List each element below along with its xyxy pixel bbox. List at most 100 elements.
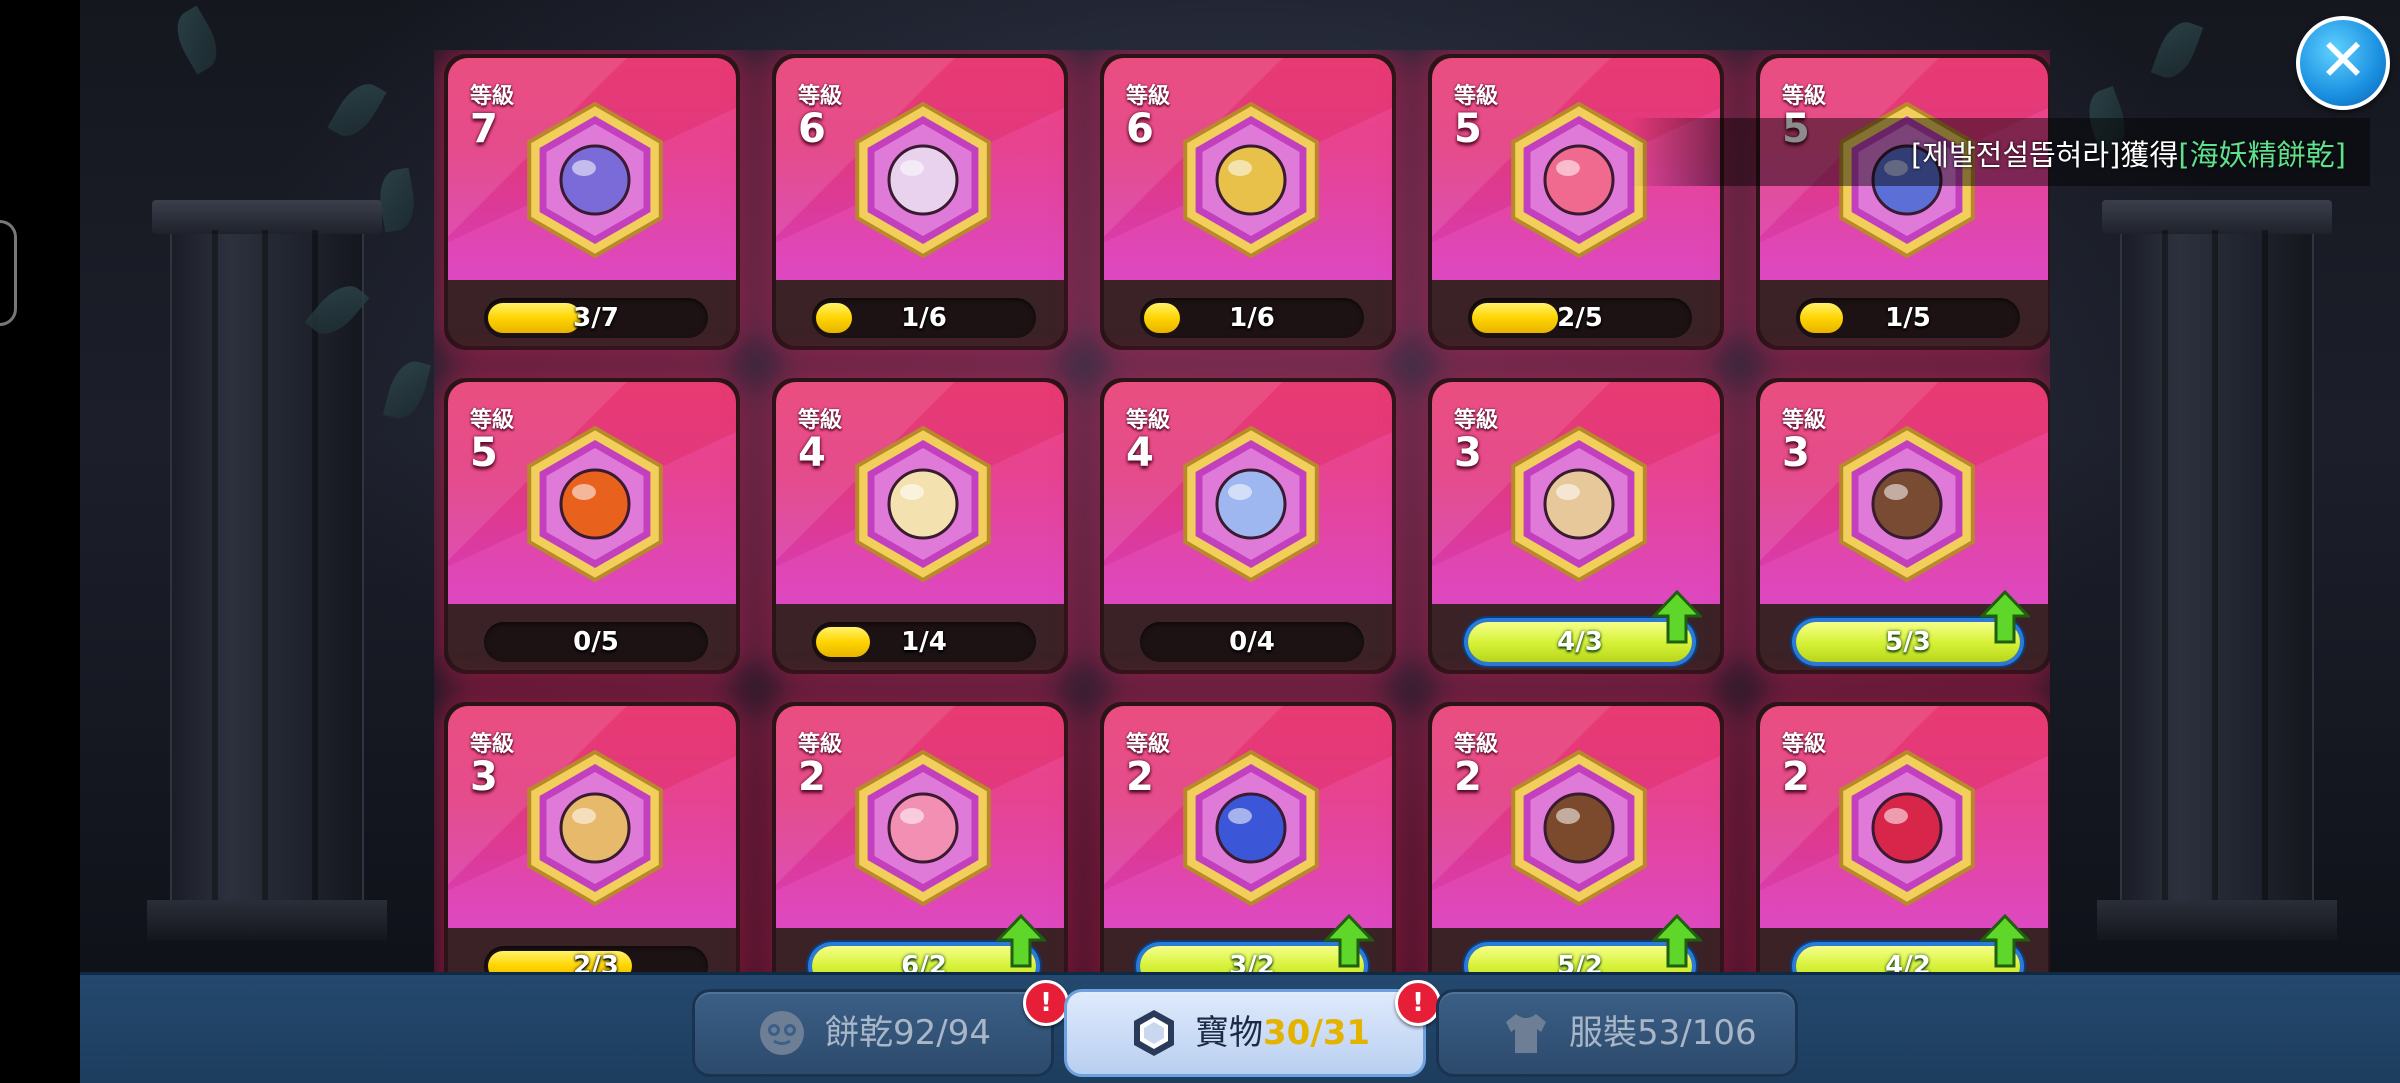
level-value: 5 (470, 430, 498, 476)
progress-text: 1/6 (901, 303, 947, 333)
upgrade-arrow-icon[interactable] (996, 914, 1046, 968)
collection-progress-bar: 1/5 (1796, 298, 2020, 338)
upgrade-arrow-icon[interactable] (1980, 590, 2030, 644)
treasure-card[interactable]: 等級 3 4/3 (1428, 378, 1724, 674)
card-artwork-area: 等級 4 (1104, 382, 1392, 604)
tab-treasures-label: 寶物 (1195, 1013, 1263, 1053)
card-artwork-area: 等級 2 (776, 706, 1064, 928)
level-value: 4 (798, 430, 826, 476)
level-value: 2 (1454, 754, 1482, 800)
treasure-card[interactable]: 等級 6 1/6 (1100, 54, 1396, 350)
treasure-card[interactable]: 等級 2 4/2 (1756, 702, 2050, 972)
card-artwork-area: 等級 4 (776, 382, 1064, 604)
progress-text: 1/6 (1229, 303, 1275, 333)
card-artwork-area: 等級 3 (1432, 382, 1720, 604)
close-button[interactable]: ✕ (2296, 16, 2390, 110)
sapphire-gem-icon (1183, 749, 1319, 907)
vine-leaf (382, 356, 432, 424)
card-progress-area: 0/5 (448, 604, 736, 670)
treasure-card[interactable]: 等級 7 3/7 (444, 54, 740, 350)
progress-text: 1/4 (901, 627, 947, 657)
level-value: 2 (1126, 754, 1154, 800)
progress-text: 2/5 (1557, 303, 1603, 333)
bottom-tab-bar: 餅乾92/94 ! 寶物30/31 ! 服裝53/106 (80, 972, 2400, 1083)
jelly-cat-icon (855, 749, 991, 907)
collection-progress-bar: 2/3 (484, 946, 708, 972)
upgrade-arrow-icon[interactable] (1652, 590, 1702, 644)
card-artwork-area: 等級 3 (448, 706, 736, 928)
mummy-candy-icon (1511, 425, 1647, 583)
tab-costumes-label: 服裝 (1569, 1013, 1637, 1053)
collection-progress-bar: 3/7 (484, 298, 708, 338)
treasure-card[interactable]: 等級 5 2/5 (1428, 54, 1724, 350)
cream-dragon-icon (855, 101, 991, 259)
treasure-card[interactable]: 等級 3 2/3 (444, 702, 740, 972)
side-drawer-handle[interactable] (0, 220, 17, 326)
card-progress-area: 1/6 (1104, 280, 1392, 346)
treasure-grid: 等級73/7等級61/6等級61/6等級52/5等級51/5等級50/5等級41… (434, 50, 2050, 972)
tab-cookies-label: 餅乾 (825, 1013, 893, 1053)
level-value: 6 (1126, 106, 1154, 152)
collection-progress-bar: 2/5 (1468, 298, 1692, 338)
card-progress-area: 0/4 (1104, 604, 1392, 670)
upgrade-arrow-icon[interactable] (1652, 914, 1702, 968)
level-value: 2 (1782, 754, 1810, 800)
treasure-card[interactable]: 等級 4 0/4 (1100, 378, 1396, 674)
collection-progress-bar: 1/6 (1140, 298, 1364, 338)
treasure-card[interactable]: 等級 2 5/2 (1428, 702, 1724, 972)
tab-costumes-count: 53/106 (1637, 1013, 1757, 1053)
notification-text: [제발전설뜹혀라]獲得 (1910, 138, 2179, 172)
level-value: 3 (470, 754, 498, 800)
tab-cookies[interactable]: 餅乾92/94 ! (692, 980, 1069, 1077)
card-artwork-area: 等級 2 (1432, 706, 1720, 928)
treasure-card[interactable]: 等級51/5 (1756, 54, 2050, 350)
cookie-face-icon (760, 1011, 804, 1055)
treasure-card[interactable]: 等級 2 6/2 (772, 702, 1068, 972)
cherry-berry-icon (1839, 749, 1975, 907)
level-value: 4 (1126, 430, 1154, 476)
upgrade-arrow-icon[interactable] (1980, 914, 2030, 968)
card-progress-area: 3/2 (1104, 914, 1392, 972)
treasure-card[interactable]: 等級 2 3/2 (1100, 702, 1396, 972)
collection-progress-bar: 1/4 (812, 622, 1036, 662)
treasure-map-icon (527, 749, 663, 907)
card-progress-area: 5/2 (1432, 914, 1720, 972)
dark-spike-wing-icon (527, 101, 663, 259)
treasure-card[interactable]: 等級 5 0/5 (444, 378, 740, 674)
flower-wreath-icon (855, 425, 991, 583)
progress-text: 0/5 (573, 627, 619, 657)
treasure-card[interactable]: 等級 6 1/6 (772, 54, 1068, 350)
card-progress-area: 2/5 (1432, 280, 1720, 346)
treasure-card[interactable]: 等級 4 1/4 (772, 378, 1068, 674)
card-artwork-area: 等級 6 (776, 58, 1064, 280)
treasure-card[interactable]: 等級 3 5/3 (1756, 378, 2050, 674)
costume-shirt-icon (1506, 1014, 1546, 1053)
radish-charm-icon (1511, 749, 1647, 907)
card-artwork-area: 等級 2 (1104, 706, 1392, 928)
treasure-hexagon-icon (1134, 1010, 1174, 1056)
tab-treasures-count: 30/31 (1263, 1013, 1371, 1053)
progress-text: 2/3 (573, 951, 619, 972)
card-progress-area: 3/7 (448, 280, 736, 346)
level-value: 7 (470, 106, 498, 152)
card-progress-area: 1/6 (776, 280, 1064, 346)
upgrade-arrow-icon[interactable] (1324, 914, 1374, 968)
progress-text: 1/5 (1885, 303, 1931, 333)
card-artwork-area: 等級 6 (1104, 58, 1392, 280)
notification-item: [海妖精餅乾] (2178, 138, 2346, 172)
tab-costumes[interactable]: 服裝53/106 (1436, 989, 1798, 1077)
tab-cookies-count: 92/94 (893, 1013, 991, 1053)
alarm-clock-icon (1183, 425, 1319, 583)
pillar-right (2097, 200, 2337, 940)
vine-leaf (2150, 15, 2204, 85)
level-value: 3 (1782, 430, 1810, 476)
level-value: 6 (798, 106, 826, 152)
progress-text: 0/4 (1229, 627, 1275, 657)
acquisition-notification: [제발전설뜹혀라]獲得[海妖精餅乾] (1630, 118, 2370, 186)
tab-treasures[interactable]: 寶物30/31 ! (1064, 980, 1441, 1077)
level-value: 2 (798, 754, 826, 800)
collection-progress-bar: 0/5 (484, 622, 708, 662)
card-artwork-area: 等級 2 (1760, 706, 2048, 928)
collection-progress-bar: 1/6 (812, 298, 1036, 338)
card-progress-area: 1/5 (1760, 280, 2048, 346)
